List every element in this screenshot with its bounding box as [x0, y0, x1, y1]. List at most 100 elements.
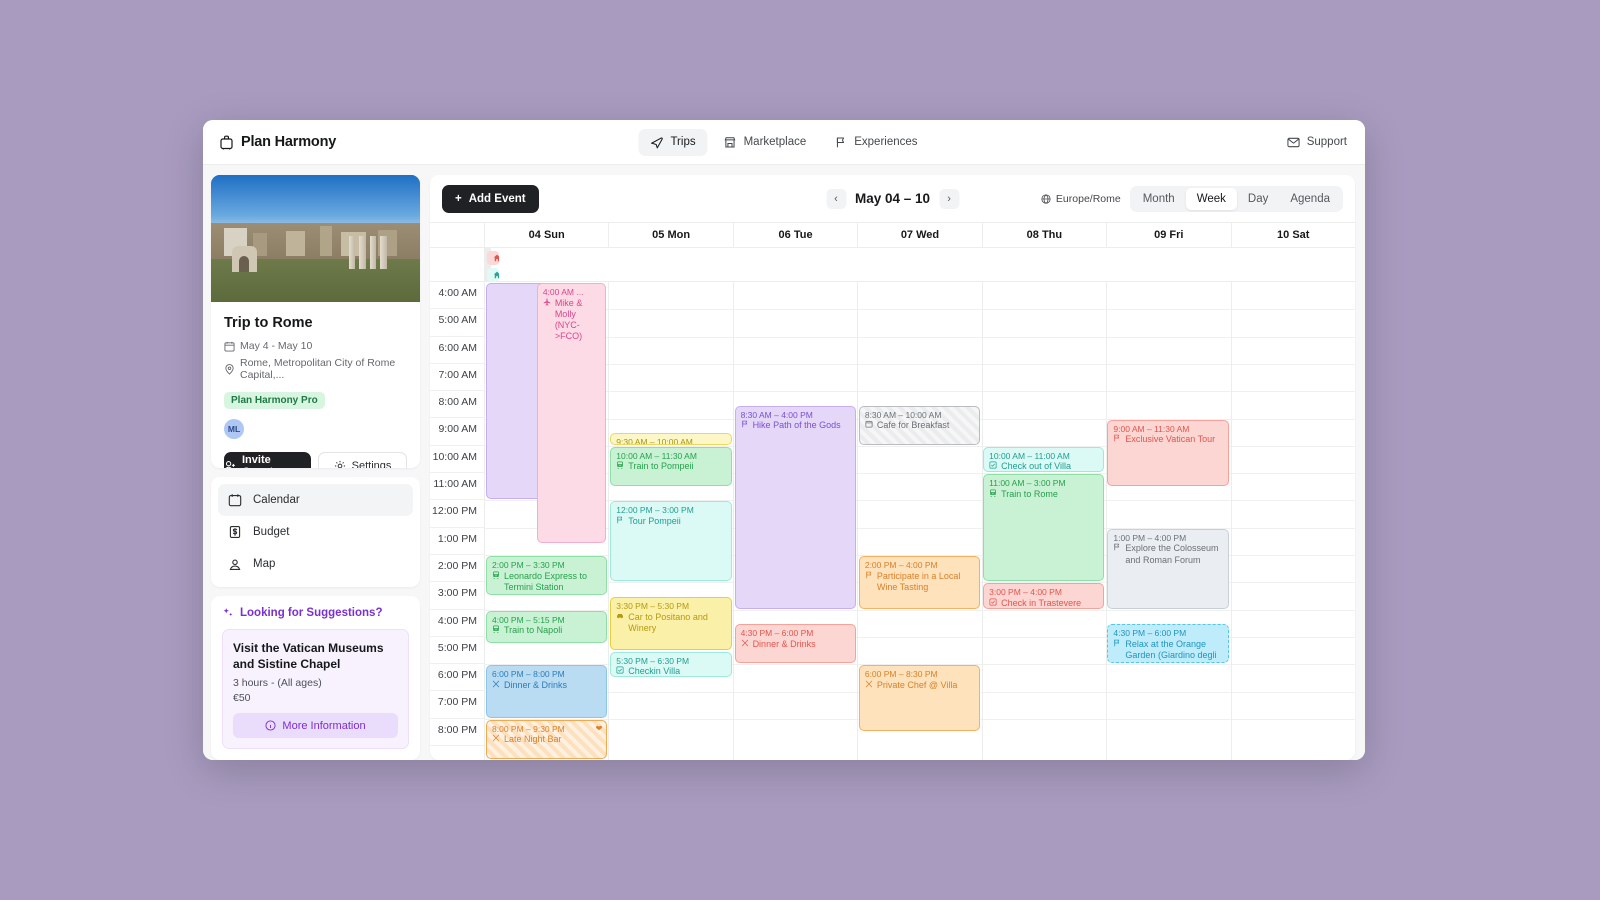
sparkles-icon [222, 607, 234, 619]
settings-button[interactable]: Settings [318, 452, 407, 468]
calendar-event[interactable]: 9:00 AM – 11:30 AM Exclusive Vatican Tour [1107, 419, 1229, 486]
all-day-event[interactable]: Villa with Terrace - Positano [487, 268, 499, 282]
calendar-event[interactable]: 5:30 PM – 6:30 PM Checkin Villa [610, 651, 732, 677]
time-slots[interactable]: 4:00 AM ... Mike & Molly (NYC->FCO) 2:00 P… [485, 282, 1355, 760]
sidebar-item-map[interactable]: Map [218, 548, 413, 580]
day-header-label: 07 Wed [900, 229, 940, 241]
suggestion-item[interactable]: Visit the Vatican Museums and Sistine Ch… [222, 628, 409, 749]
add-event-button[interactable]: + Add Event [442, 184, 539, 213]
check-icon [616, 666, 624, 674]
day-header-0[interactable]: 04 Sun [485, 223, 610, 247]
event-name: Train to Pompeii [616, 461, 726, 472]
calendar-event[interactable]: 1:00 PM – 4:00 PM Explore the Colosseum a… [1107, 528, 1229, 609]
view-day[interactable]: Day [1237, 188, 1279, 210]
event-title: Participate in a Local Wine Tasting [876, 570, 961, 592]
avatar[interactable]: ML [224, 419, 244, 439]
calendar-event[interactable]: 11:00 AM – 3:00 PM Train to Rome [983, 474, 1105, 582]
more-information-button[interactable]: More Information [233, 713, 398, 738]
event-name: Dinner & Drinks [492, 680, 602, 691]
day-header-4[interactable]: 08 Thu [983, 223, 1108, 247]
calendar-event[interactable]: 3:30 PM – 5:30 PM Car to Positano and Win… [610, 596, 732, 650]
calendar-event[interactable]: 2:00 PM – 4:00 PM Participate in a Local … [858, 556, 981, 609]
check-icon [989, 598, 997, 606]
calendar-event[interactable]: 8:00 PM – 9:30 PM Late Night Bar ❤ [486, 719, 608, 759]
event-title: Relax at the Orange Garden (Giardino deg… [1125, 638, 1217, 662]
timezone-selector[interactable]: Europe/Rome [1041, 193, 1121, 205]
calendar-event[interactable]: 4:00 AM ... Mike & Molly (NYC->FCO) [536, 283, 606, 544]
calendar-event[interactable]: 8:30 AM – 10:00 AM Cafe for Breakfast [858, 405, 981, 445]
calendar-scroll-area[interactable]: 4:00 AM 5:00 AM 6:00 AM 7:00 AM 8:00 AM 9:00 … [430, 282, 1355, 760]
day-header-1[interactable]: 05 Mon [609, 223, 734, 247]
day-header-5[interactable]: 09 Fri [1107, 223, 1232, 247]
day-column-6[interactable] [1231, 282, 1355, 760]
view-agenda[interactable]: Agenda [1279, 188, 1341, 210]
hour-line [609, 336, 733, 338]
day-column-5[interactable] [1107, 282, 1232, 760]
hour-line [1231, 500, 1355, 502]
hour-line [1231, 555, 1355, 556]
event-name: Private Chef @ Villa [865, 680, 975, 691]
event-name: Mike & Molly (NYC->FCO) [543, 298, 601, 343]
event-time: 2:00 PM – 4:00 PM [864, 560, 938, 570]
hour-line [858, 473, 982, 475]
time-label: 8:00 AM [438, 396, 477, 409]
event-title: Private Chef @ Villa [876, 679, 958, 690]
time-label-row: 12:00 PM [430, 500, 484, 528]
hour-line [982, 418, 1107, 420]
next-week-button[interactable]: › [939, 188, 960, 209]
hour-line [733, 664, 858, 666]
support-button[interactable]: Support [1287, 136, 1347, 148]
calendar-event[interactable]: 6:00 PM – 8:30 PM Private Chef @ Villa [858, 665, 981, 732]
time-label-row: 8:00 AM [430, 391, 484, 419]
nav-item-trips[interactable]: Trips [638, 128, 708, 156]
invite-guests-button[interactable]: Invite Guests [224, 452, 311, 468]
calendar-event[interactable]: 4:30 PM – 6:00 PM Dinner & Drinks [734, 624, 856, 664]
calendar-event[interactable]: 6:00 PM – 8:00 PM Dinner & Drinks [486, 665, 608, 718]
time-label: 6:00 AM [438, 341, 477, 354]
plane-icon [543, 298, 551, 306]
day-header-3[interactable]: 07 Wed [858, 223, 983, 247]
train-icon [492, 571, 500, 579]
hour-line [733, 363, 858, 365]
calendar-event[interactable]: 12:00 PM – 3:00 PM Tour Pompeii [610, 501, 732, 582]
gear-icon [334, 460, 346, 468]
day-header-2[interactable]: 06 Tue [734, 223, 859, 247]
sidebar-item-calendar[interactable]: Calendar [218, 483, 413, 516]
hour-line [1107, 718, 1231, 720]
event-name: Check in Trastevere [989, 598, 1099, 608]
time-label: 5:00 AM [438, 314, 477, 327]
calendar-event[interactable]: 10:00 AM – 11:00 AM Check out of Villa [983, 446, 1105, 473]
hour-line [858, 309, 982, 311]
day-header-6[interactable]: 10 Sat [1232, 223, 1355, 247]
flag-icon [616, 516, 624, 524]
event-time: 12:00 PM – 3:00 PM [616, 505, 694, 516]
calendar-event[interactable]: 3:00 PM – 4:00 PM Check in Trastevere [983, 583, 1105, 609]
hour-line [1107, 664, 1231, 666]
hour-line [1231, 664, 1355, 666]
hour-line [1231, 391, 1355, 393]
calendar-event[interactable]: 4:30 PM – 6:00 PM Relax at the Orange Gar… [1107, 624, 1229, 664]
calendar-event[interactable]: 9:30 AM – 10:00 AM [610, 433, 732, 445]
trip-dates: May 4 - May 10 [224, 340, 407, 352]
view-month[interactable]: Month [1132, 188, 1186, 210]
calendar-event[interactable]: 2:00 PM – 3:30 PM Leonardo Express to Ter… [486, 556, 608, 595]
home-icon [493, 254, 499, 262]
calendar-event[interactable]: 8:30 AM – 4:00 PM Hike Path of the Gods [734, 405, 856, 609]
event-time: 10:00 AM – 11:30 AM [616, 450, 697, 461]
calendar-event[interactable]: 10:00 AM – 11:30 AM Train to Pompeii [610, 446, 732, 486]
previous-week-button[interactable]: ‹ [825, 188, 846, 209]
hour-line [858, 500, 982, 502]
nav-item-marketplace[interactable]: Marketplace [712, 129, 819, 156]
time-label-row: 1:00 PM [430, 528, 484, 555]
calendar-event[interactable]: 4:00 PM – 5:15 PM Train to Napoli [486, 610, 608, 643]
nav-item-experiences[interactable]: Experiences [822, 129, 929, 156]
sidebar-item-budget[interactable]: Budget [218, 516, 413, 548]
event-title: Hike Path of the Gods [752, 420, 841, 431]
view-week[interactable]: Week [1185, 187, 1237, 210]
hour-line [982, 609, 1107, 611]
day-headers: 04 Sun 05 Mon 06 Tue 07 Wed 08 Thu 09 Fri 10 S… [485, 223, 1355, 247]
event-title: Cafe for Breakfast [876, 420, 950, 431]
event-title: Dinner & Drinks [504, 679, 568, 690]
day-header-label: 09 Fri [1154, 229, 1184, 241]
all-day-event[interactable]: Trastevere - Rome [487, 251, 499, 265]
